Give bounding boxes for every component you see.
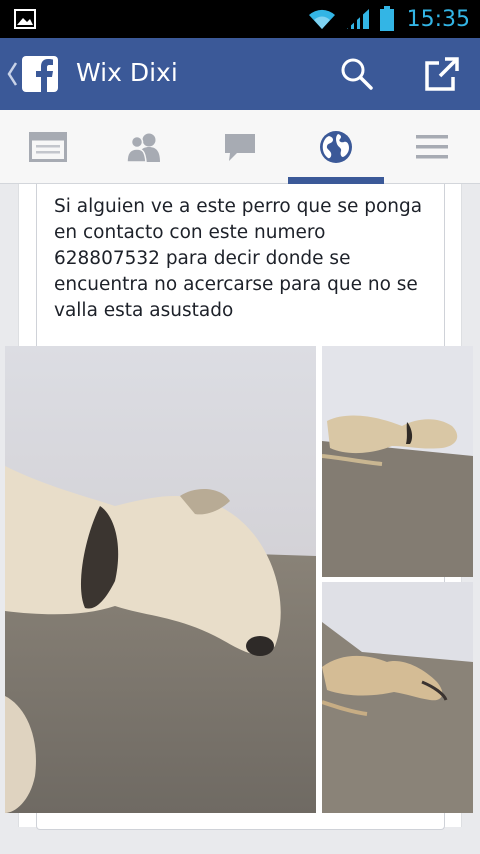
tab-news-feed[interactable] (0, 110, 96, 184)
wifi-icon (308, 9, 335, 29)
post-text-line: en contacto con este numero (54, 222, 326, 243)
gallery-icon (14, 9, 36, 29)
post-text-line: encuentra no acercarse para que no se (54, 274, 418, 295)
status-bar: 15:35 (0, 0, 480, 38)
back-chevron-icon[interactable] (6, 60, 18, 88)
dog-lying-wall-photo[interactable] (322, 346, 473, 577)
tab-bar (0, 110, 480, 184)
post-text: Si alguien ve a este perro que se ponga … (54, 194, 434, 324)
clock-time: 15:35 (406, 6, 470, 32)
tab-notifications[interactable] (288, 110, 384, 184)
news-feed-icon (29, 132, 67, 162)
globe-icon (320, 131, 352, 163)
active-tab-indicator (288, 177, 384, 184)
dog-lying-corner-photo[interactable] (322, 582, 473, 813)
friends-icon (126, 133, 160, 162)
app-title: Wix Dixi (76, 58, 178, 87)
tab-more[interactable] (384, 110, 480, 184)
post-text-line: valla esta asustado (54, 300, 234, 321)
tab-friends[interactable] (96, 110, 192, 184)
app-bar: Wix Dixi (0, 38, 480, 110)
tab-messages[interactable] (192, 110, 288, 184)
search-icon[interactable] (340, 57, 374, 91)
dog-closeup-photo[interactable] (5, 346, 316, 813)
facebook-logo-icon[interactable] (22, 56, 58, 92)
post-text-line: Si alguien ve a este perro que se ponga (54, 196, 423, 217)
status-icons: 15:35 (307, 4, 470, 34)
share-icon[interactable] (423, 55, 461, 93)
battery-icon (379, 6, 394, 31)
messages-icon (225, 134, 255, 161)
news-feed[interactable]: Si alguien ve a este perro que se ponga … (0, 184, 480, 854)
signal-icon (346, 9, 369, 29)
menu-icon (416, 135, 448, 159)
post-text-line: 628807532 para decir donde se (54, 248, 351, 269)
